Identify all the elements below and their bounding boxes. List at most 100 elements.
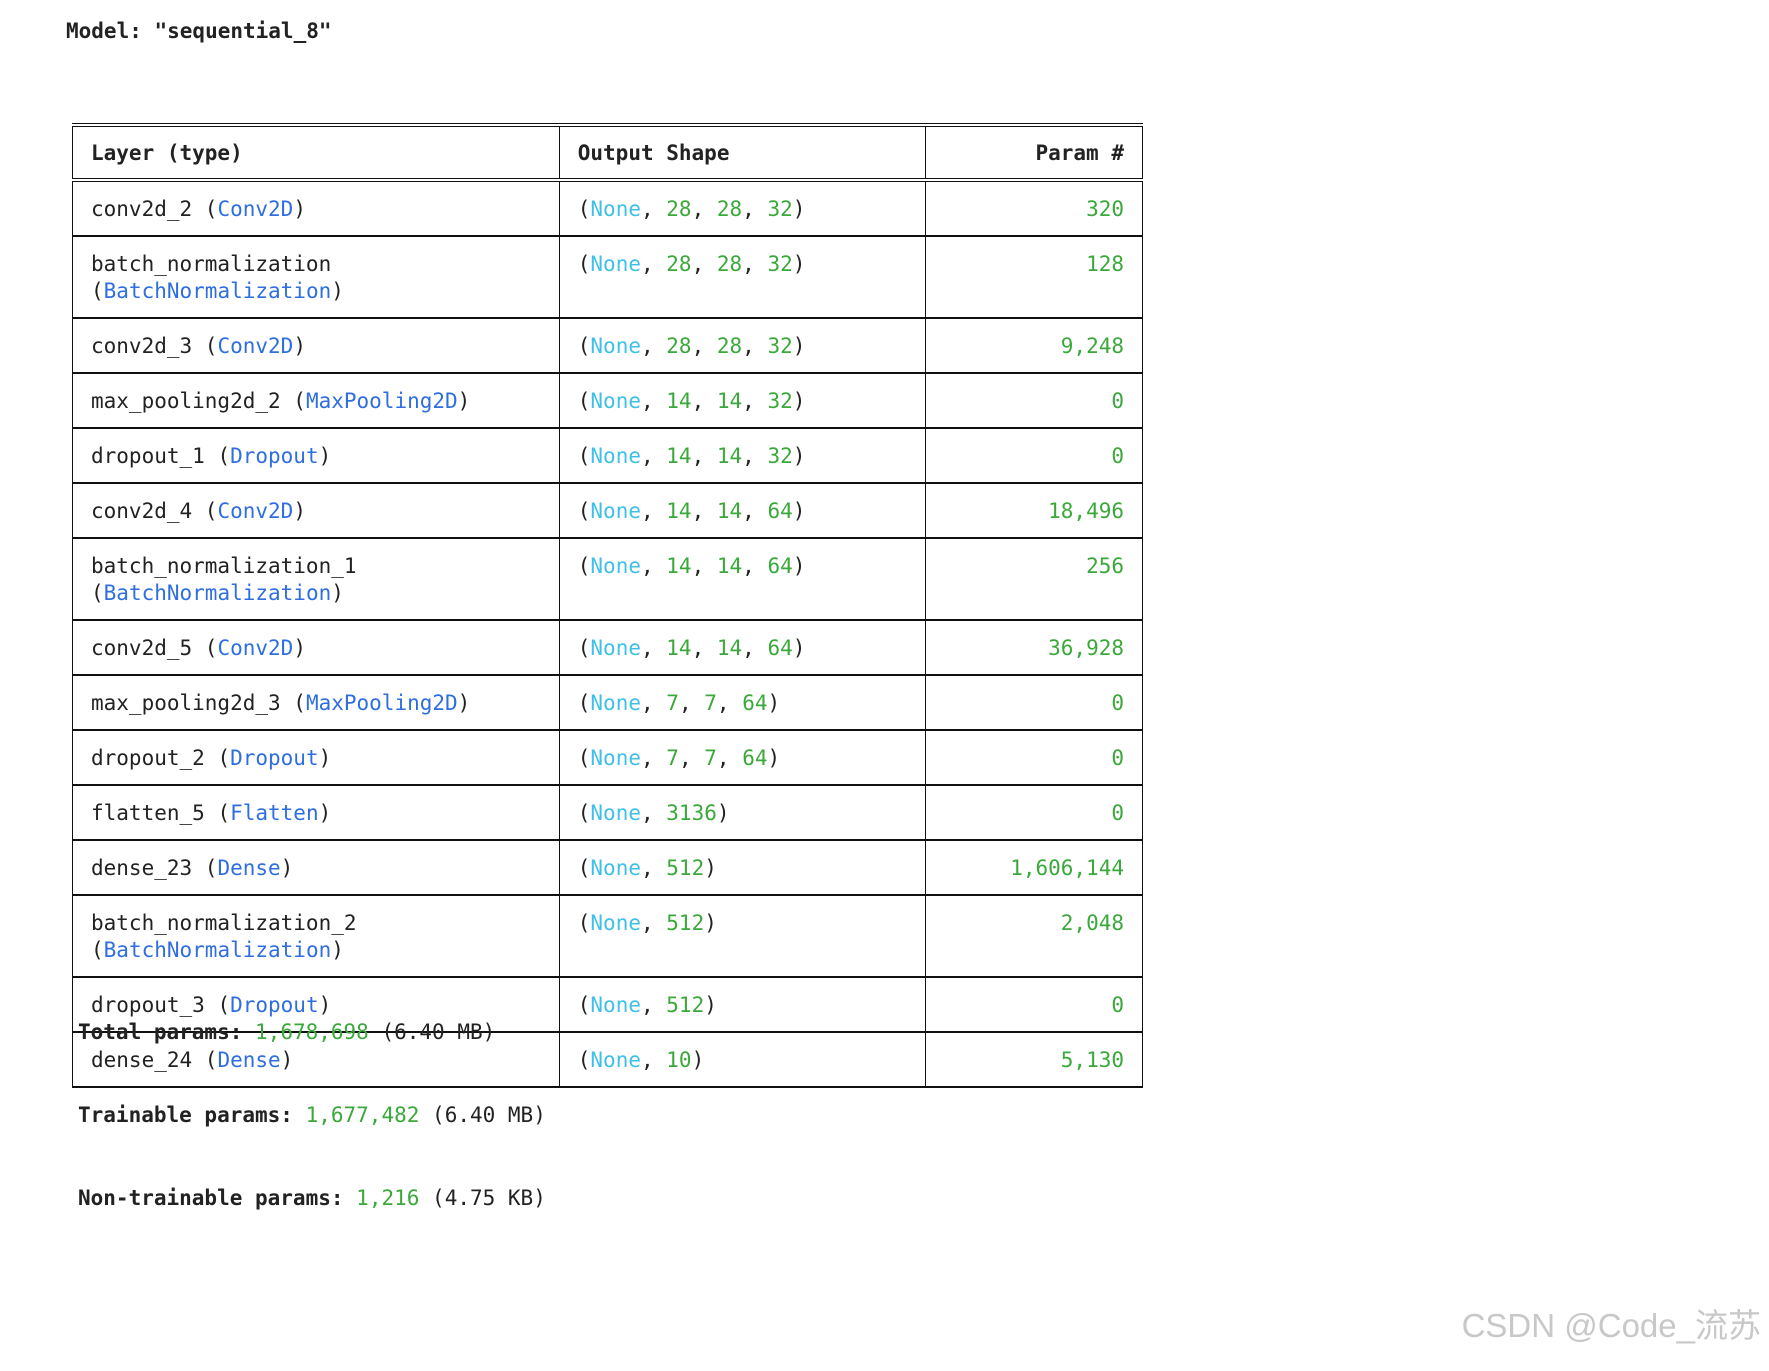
layer-name: dense_23	[91, 856, 193, 880]
shape-dim: 28	[666, 334, 692, 358]
total-params: Total params: 1,678,698 (6.40 MB)	[78, 1018, 495, 1046]
model-summary-table: Layer (type) Output Shape Param # conv2d…	[72, 123, 1144, 1088]
layer-cell: batch_normalization_2 (BatchNormalizatio…	[72, 895, 560, 978]
layer-type: BatchNormalization	[103, 279, 332, 303]
layer-cell: dropout_1 (Dropout)	[72, 428, 560, 484]
output-shape-cell: (None, 7, 7, 64)	[558, 675, 926, 731]
shape-dim: 512	[666, 911, 705, 935]
table-header-row: Layer (type) Output Shape Param #	[72, 123, 1144, 182]
param-count: 320	[924, 180, 1144, 237]
param-count: 18,496	[924, 483, 1144, 539]
layer-type: Flatten	[230, 801, 319, 825]
shape-dim: 14	[716, 444, 743, 468]
layer-name: dropout_3	[91, 993, 205, 1017]
output-shape-cell: (None, 14, 14, 64)	[558, 483, 926, 539]
table-row: dropout_1 (Dropout) (None, 14, 14, 32) 0	[72, 428, 1144, 484]
param-count: 36,928	[924, 620, 1144, 676]
layer-cell: max_pooling2d_2 (MaxPooling2D)	[72, 373, 560, 429]
layer-cell: max_pooling2d_3 (MaxPooling2D)	[72, 675, 560, 731]
trainable-params-value: 1,677,482	[305, 1103, 420, 1127]
shape-dim: 32	[767, 197, 793, 221]
shape-dim: 28	[716, 334, 743, 358]
shape-dim: None	[590, 1048, 641, 1072]
layer-name: conv2d_2	[91, 197, 193, 221]
output-shape-cell: (None, 28, 28, 32)	[558, 180, 926, 237]
shape-dim: None	[590, 993, 641, 1017]
layer-name: max_pooling2d_3	[91, 691, 281, 715]
shape-dim: 64	[767, 636, 793, 660]
layer-name: batch_normalization	[91, 252, 332, 276]
output-shape-cell: (None, 10)	[558, 1032, 926, 1088]
layer-type: BatchNormalization	[103, 581, 332, 605]
shape-dim: 7	[704, 691, 717, 715]
total-params-label: Total params:	[78, 1020, 243, 1044]
header-layer-type: Layer (type)	[72, 123, 560, 182]
trainable-params-size: (6.40 MB)	[432, 1103, 546, 1127]
param-count: 0	[924, 977, 1144, 1033]
layer-cell: batch_normalization_1 (BatchNormalizatio…	[72, 538, 560, 621]
layer-type: Dropout	[230, 444, 319, 468]
param-count: 5,130	[924, 1032, 1144, 1088]
layer-type: Conv2D	[217, 636, 294, 660]
shape-dim: 28	[716, 252, 743, 276]
shape-dim: 3136	[666, 801, 717, 825]
output-shape-cell: (None, 3136)	[558, 785, 926, 841]
table-row: batch_normalization_2 (BatchNormalizatio…	[72, 895, 1144, 978]
layer-rows: conv2d_2 (Conv2D) (None, 28, 28, 32) 320 ba…	[72, 180, 1144, 1088]
output-shape-cell: (None, 512)	[558, 895, 926, 978]
trainable-params-label: Trainable params:	[78, 1103, 293, 1127]
output-shape-cell: (None, 7, 7, 64)	[558, 730, 926, 786]
layer-name: dropout_1	[91, 444, 205, 468]
param-count: 0	[924, 428, 1144, 484]
model-title: Model: "sequential_8"	[66, 19, 332, 43]
shape-dim: 32	[767, 334, 793, 358]
shape-dim: None	[590, 499, 641, 523]
param-count: 0	[924, 373, 1144, 429]
shape-dim: None	[590, 856, 641, 880]
layer-cell: batch_normalization (BatchNormalization)	[72, 236, 560, 319]
layer-name: conv2d_5	[91, 636, 193, 660]
layer-type: MaxPooling2D	[305, 389, 458, 413]
output-shape-cell: (None, 14, 14, 32)	[558, 428, 926, 484]
layer-name: max_pooling2d_2	[91, 389, 281, 413]
shape-dim: 7	[704, 746, 717, 770]
shape-dim: 512	[666, 993, 705, 1017]
layer-cell: conv2d_2 (Conv2D)	[72, 180, 560, 237]
shape-dim: 28	[666, 197, 692, 221]
shape-dim: None	[590, 801, 641, 825]
output-shape-cell: (None, 512)	[558, 840, 926, 896]
layer-name: dense_24	[91, 1048, 193, 1072]
shape-dim: None	[590, 911, 641, 935]
table-row: batch_normalization_1 (BatchNormalizatio…	[72, 538, 1144, 621]
watermark: CSDN @Code_流苏	[1461, 1307, 1761, 1344]
shape-dim: None	[590, 197, 641, 221]
shape-dim: 14	[716, 499, 743, 523]
table-row: conv2d_5 (Conv2D) (None, 14, 14, 64) 36,92…	[72, 620, 1144, 676]
shape-dim: 64	[767, 499, 793, 523]
non-trainable-params: Non-trainable params: 1,216 (4.75 KB)	[78, 1184, 546, 1212]
table-row: max_pooling2d_2 (MaxPooling2D) (None, 14,…	[72, 373, 1144, 429]
layer-cell: conv2d_4 (Conv2D)	[72, 483, 560, 539]
layer-type: Dense	[217, 856, 281, 880]
shape-dim: 14	[716, 554, 743, 578]
layer-name: flatten_5	[91, 801, 205, 825]
shape-dim: 7	[666, 691, 679, 715]
shape-dim: 14	[666, 389, 692, 413]
shape-dim: 32	[767, 389, 793, 413]
non-trainable-params-value: 1,216	[356, 1186, 420, 1210]
layer-name: conv2d_3	[91, 334, 193, 358]
layer-type: Dense	[217, 1048, 281, 1072]
layer-type: Conv2D	[217, 197, 294, 221]
shape-dim: 14	[666, 444, 692, 468]
non-trainable-params-size: (4.75 KB)	[432, 1186, 546, 1210]
table-row: dropout_2 (Dropout) (None, 7, 7, 64) 0	[72, 730, 1144, 786]
shape-dim: 32	[767, 252, 793, 276]
shape-dim: None	[590, 746, 641, 770]
param-count: 9,248	[924, 318, 1144, 374]
layer-type: BatchNormalization	[103, 938, 332, 962]
output-shape-cell: (None, 28, 28, 32)	[558, 318, 926, 374]
layer-type: Dropout	[230, 746, 319, 770]
param-count: 0	[924, 730, 1144, 786]
table-row: conv2d_4 (Conv2D) (None, 14, 14, 64) 18,49…	[72, 483, 1144, 539]
shape-dim: 512	[666, 856, 705, 880]
